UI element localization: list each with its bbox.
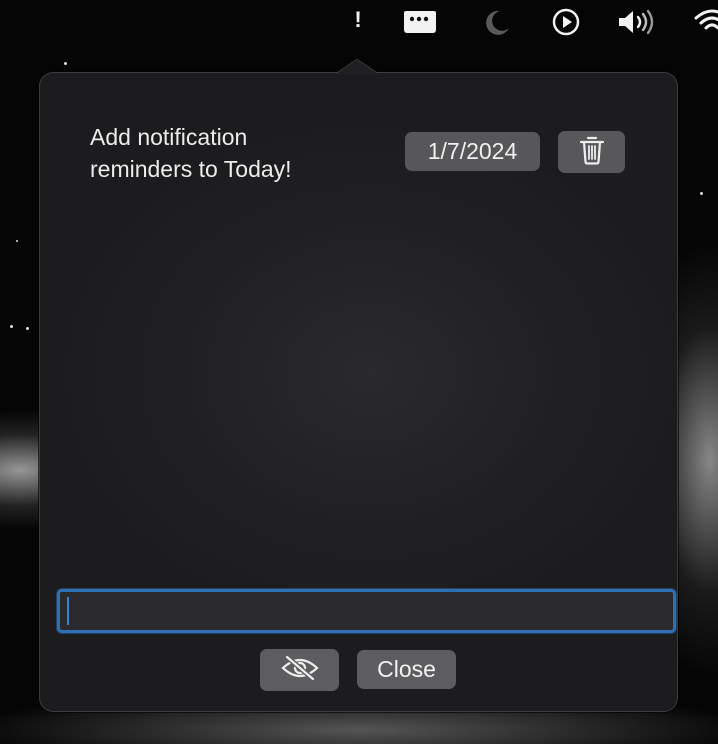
wallpaper-star xyxy=(64,62,67,65)
alert-icon[interactable]: ! xyxy=(352,8,364,32)
new-reminder-input[interactable] xyxy=(57,589,676,633)
delete-reminder-button[interactable] xyxy=(558,131,625,173)
trash-icon xyxy=(579,135,605,170)
reminder-text: Add notification reminders to Today! xyxy=(90,124,292,182)
wallpaper-star xyxy=(700,192,703,195)
desktop-wallpaper: ! Add notification reminders to Today! 1… xyxy=(0,0,718,744)
wallpaper-star xyxy=(26,327,29,330)
close-button[interactable]: Close xyxy=(357,650,456,689)
eye-slash-icon xyxy=(280,654,319,686)
reminder-date[interactable]: 1/7/2024 xyxy=(405,132,540,171)
wifi-icon[interactable] xyxy=(694,8,718,36)
wallpaper-star xyxy=(10,325,13,328)
moon-icon[interactable] xyxy=(480,8,512,36)
wallpaper-star xyxy=(16,240,18,242)
reminders-popover: Add notification reminders to Today! 1/7… xyxy=(39,59,678,712)
volume-icon[interactable] xyxy=(616,8,660,36)
window-icon[interactable] xyxy=(403,10,437,34)
play-icon[interactable] xyxy=(550,7,582,37)
text-cursor xyxy=(67,597,69,625)
hide-button[interactable] xyxy=(260,649,339,691)
